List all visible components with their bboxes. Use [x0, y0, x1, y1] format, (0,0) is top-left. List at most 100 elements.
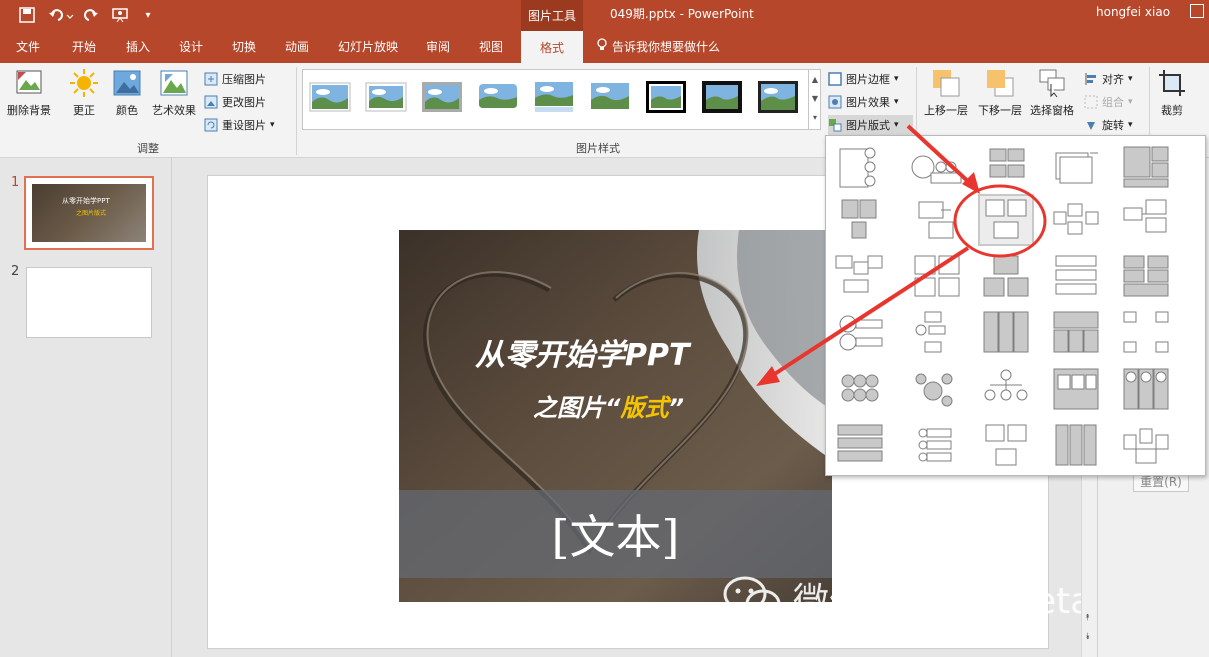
layout-thumbnail-icon — [841, 199, 877, 239]
slide-thumbnail-2[interactable] — [26, 267, 152, 338]
tab-animations[interactable]: 动画 — [275, 30, 319, 63]
send-backward-label: 下移一层 — [978, 104, 1022, 117]
picture-layout-option[interactable] — [1050, 143, 1102, 191]
rotate-label: 旋转 — [1102, 119, 1124, 132]
bring-forward-icon — [933, 70, 960, 97]
thumbnail-title: 从零开始学PPT — [62, 197, 110, 205]
tab-review[interactable]: 审阅 — [416, 30, 460, 63]
picture-layout-option[interactable] — [1120, 421, 1172, 469]
picture-format-options: 图片边框 ▾ 图片效果 ▾ 图片版式 ▾ — [828, 69, 913, 135]
scroll-next-icon[interactable]: ⯯ — [1085, 632, 1090, 642]
picture-layout-option[interactable] — [1050, 252, 1102, 300]
change-picture-button[interactable]: 更改图片 — [204, 92, 296, 112]
picture-layout-option[interactable] — [834, 143, 886, 191]
picture-layout-option[interactable] — [980, 143, 1032, 191]
picture-layout-option[interactable] — [978, 194, 1034, 246]
picture-layout-option[interactable] — [1050, 365, 1102, 413]
picture-layout-option[interactable] — [911, 196, 963, 244]
picture-border-button[interactable]: 图片边框 ▾ — [828, 69, 913, 89]
align-button[interactable]: 对齐 ▾ — [1084, 69, 1144, 89]
scroll-prev-icon[interactable]: ⯭ — [1085, 613, 1090, 623]
tab-file[interactable]: 文件 — [6, 30, 50, 63]
tab-slideshow[interactable]: 幻灯片放映 — [330, 30, 406, 63]
layout-thumbnail-icon — [1123, 199, 1167, 233]
style-thumb-9[interactable] — [757, 80, 799, 114]
style-thumb-2[interactable] — [365, 80, 407, 114]
style-thumb-1[interactable] — [309, 80, 351, 114]
layout-thumbnail-icon — [918, 201, 954, 239]
style-thumb-3[interactable] — [421, 80, 463, 114]
user-name[interactable]: hongfei xiao — [1096, 5, 1170, 19]
customize-qat-icon[interactable]: ▾ — [140, 4, 156, 26]
picture-layout-option[interactable] — [834, 365, 886, 413]
picture-layout-option[interactable] — [834, 308, 886, 356]
style-thumb-4[interactable] — [477, 80, 519, 114]
picture-layout-option[interactable] — [980, 252, 1032, 300]
subtitle-suffix: ” — [668, 394, 684, 422]
picture-layout-option[interactable] — [911, 252, 963, 300]
picture-layout-option[interactable] — [1120, 365, 1172, 413]
tab-home[interactable]: 开始 — [62, 30, 106, 63]
picture-tools-label: 图片工具 — [521, 0, 583, 30]
picture-layout-option[interactable] — [1120, 196, 1172, 244]
remove-background-label: 删除背景 — [7, 104, 51, 117]
document-title: 049期.pptx - PowerPoint — [610, 7, 754, 21]
send-backward-button[interactable]: 下移一层 — [974, 68, 1026, 134]
style-thumb-7[interactable] — [645, 80, 687, 114]
picture-effects-button[interactable]: 图片效果 ▾ — [828, 92, 913, 112]
undo-icon[interactable] — [46, 4, 76, 26]
presenter-icon[interactable] — [108, 4, 132, 26]
picture-layout-option[interactable] — [911, 365, 963, 413]
picture-layout-option[interactable] — [834, 252, 886, 300]
corrections-button[interactable]: 更正 — [64, 68, 104, 134]
compress-pictures-button[interactable]: 压缩图片 — [204, 69, 296, 89]
crop-button[interactable]: 裁剪 — [1152, 68, 1192, 134]
color-button[interactable]: 颜色 — [108, 68, 146, 134]
picture-layout-option[interactable] — [1120, 143, 1172, 191]
bring-forward-button[interactable]: 上移一层 — [920, 68, 972, 134]
tab-format[interactable]: 格式 — [521, 30, 583, 63]
tab-transitions[interactable]: 切换 — [222, 30, 266, 63]
picture-layout-option[interactable] — [911, 308, 963, 356]
group-button[interactable]: 组合 ▾ — [1084, 92, 1144, 112]
picture-layout-option[interactable] — [980, 421, 1032, 469]
tab-design[interactable]: 设计 — [169, 30, 213, 63]
text-placeholder[interactable]: [文本] — [399, 490, 832, 578]
style-thumb-8[interactable] — [701, 80, 743, 114]
picture-layout-option[interactable] — [911, 421, 963, 469]
reset-dropdown-icon[interactable]: ▾ — [270, 120, 275, 130]
reset-picture-button[interactable]: 重设图片 ▾ — [204, 115, 296, 135]
style-thumb-6[interactable] — [589, 80, 631, 114]
redo-icon[interactable] — [80, 4, 102, 26]
slide-thumbnail-1[interactable]: 从零开始学PPT 之图片版式 — [24, 176, 154, 250]
rotate-button[interactable]: 旋转 ▾ — [1084, 115, 1144, 135]
artistic-effects-button[interactable]: 艺术效果 — [148, 68, 200, 134]
picture-layout-option[interactable] — [980, 365, 1032, 413]
style-thumb-5[interactable] — [533, 80, 575, 114]
picture-layout-option[interactable] — [1120, 252, 1172, 300]
layout-thumbnail-icon — [983, 311, 1029, 353]
subtitle-prefix: 之图片“ — [533, 394, 621, 422]
sun-icon — [70, 69, 98, 97]
gallery-scroll-buttons[interactable]: ▲ ▼ ▾ — [808, 70, 821, 129]
picture-layout-option[interactable] — [911, 143, 963, 191]
picture-layout-button[interactable]: 图片版式 ▾ — [828, 115, 913, 135]
color-label: 颜色 — [116, 104, 138, 117]
picture-layout-option[interactable] — [834, 196, 886, 244]
remove-background-button[interactable]: 删除背景 — [4, 68, 54, 134]
slide-subtitle[interactable]: 之图片“版式” — [533, 388, 684, 423]
picture-layout-option[interactable] — [1120, 308, 1172, 356]
tab-insert[interactable]: 插入 — [116, 30, 160, 63]
picture-layout-option[interactable] — [1050, 196, 1102, 244]
layout-thumbnail-icon — [915, 373, 953, 407]
picture-layout-option[interactable] — [1050, 421, 1102, 469]
tab-view[interactable]: 视图 — [469, 30, 513, 63]
window-control-icon[interactable] — [1190, 4, 1204, 18]
picture-layout-option[interactable] — [980, 308, 1032, 356]
save-icon[interactable] — [16, 4, 38, 26]
slide-title[interactable]: 从零开始学PPT — [475, 330, 689, 374]
picture-layout-option[interactable] — [834, 421, 886, 469]
selection-pane-button[interactable]: 选择窗格 — [1026, 68, 1078, 134]
picture-layout-option[interactable] — [1050, 308, 1102, 356]
tell-me-search[interactable]: 告诉我你想要做什么 — [596, 30, 720, 63]
